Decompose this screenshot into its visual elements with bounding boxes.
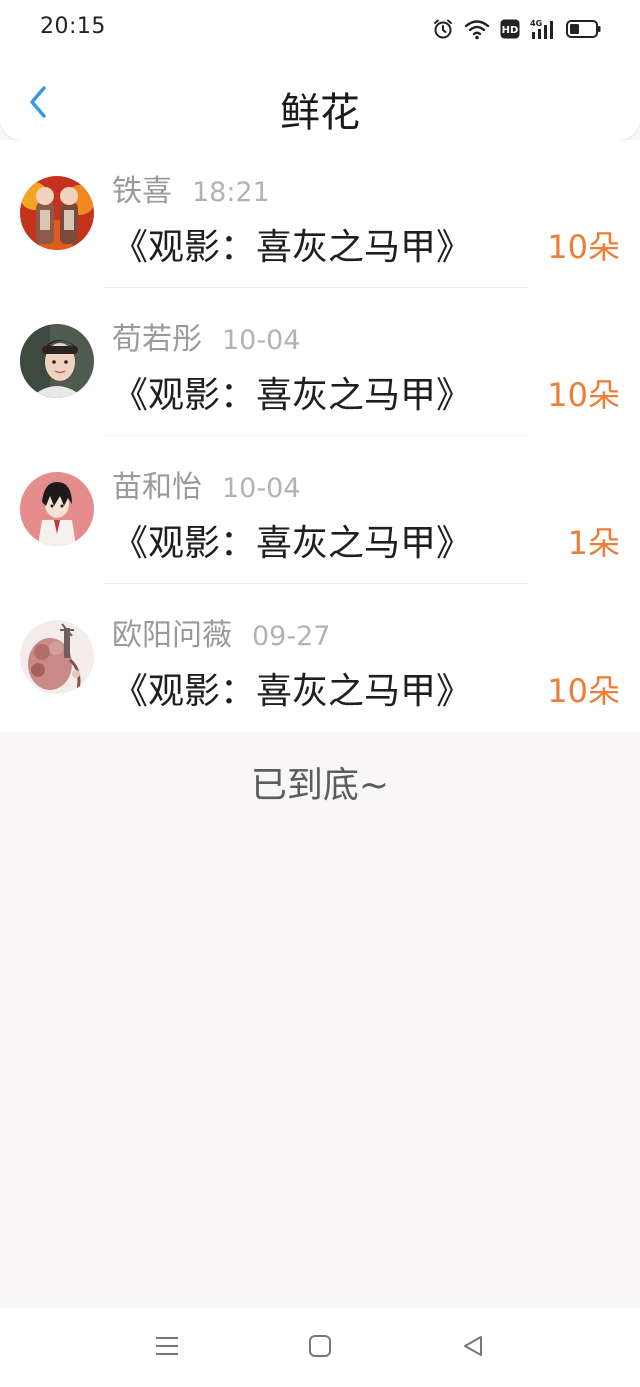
screen: 20:15 HD 4G 鲜花 铁喜 18:21 《观影：喜灰之马甲》 10朵 荀… <box>0 0 640 1387</box>
user-name: 荀若彤 <box>112 322 202 357</box>
header-card: 20:15 HD 4G 鲜花 <box>0 0 640 140</box>
timestamp: 10-04 <box>222 473 301 504</box>
flower-count: 10朵 <box>547 672 620 710</box>
user-name: 苗和怡 <box>112 470 202 505</box>
system-nav-bar <box>0 1308 640 1387</box>
book-title: 《观影：喜灰之马甲》 <box>112 523 473 564</box>
list-item[interactable]: 苗和怡 10-04 《观影：喜灰之马甲》 1朵 <box>0 436 640 584</box>
alarm-icon <box>432 18 454 40</box>
svg-text:4G: 4G <box>530 19 542 28</box>
timestamp: 18:21 <box>192 177 270 208</box>
flower-count: 10朵 <box>547 228 620 266</box>
status-bar: 20:15 HD 4G <box>0 0 640 56</box>
home-button[interactable] <box>300 1334 340 1362</box>
avatar[interactable] <box>20 324 94 398</box>
avatar[interactable] <box>20 176 94 250</box>
end-of-list-text: 已到底~ <box>250 765 390 806</box>
gift-list: 铁喜 18:21 《观影：喜灰之马甲》 10朵 荀若彤 10-04 《观影：喜灰… <box>0 140 640 732</box>
row-meta: 铁喜 18:21 <box>112 166 270 209</box>
avatar[interactable] <box>20 620 94 694</box>
timestamp: 09-27 <box>252 621 331 652</box>
svg-text:HD: HD <box>502 25 519 36</box>
avatar[interactable] <box>20 472 94 546</box>
user-name: 欧阳问薇 <box>112 618 232 653</box>
status-time: 20:15 <box>40 14 106 39</box>
back-triangle-icon <box>461 1334 485 1362</box>
user-name: 铁喜 <box>112 174 172 209</box>
menu-button[interactable] <box>147 1334 187 1362</box>
book-title: 《观影：喜灰之马甲》 <box>112 671 473 712</box>
wifi-icon <box>464 18 490 40</box>
row-meta: 荀若彤 10-04 <box>112 314 301 357</box>
battery-icon <box>566 18 602 40</box>
hd-icon: HD <box>500 19 520 39</box>
menu-icon <box>154 1335 180 1361</box>
row-meta: 苗和怡 10-04 <box>112 462 301 505</box>
flower-count: 1朵 <box>567 524 620 562</box>
timestamp: 10-04 <box>222 325 301 356</box>
book-title: 《观影：喜灰之马甲》 <box>112 227 473 268</box>
list-item[interactable]: 荀若彤 10-04 《观影：喜灰之马甲》 10朵 <box>0 288 640 436</box>
status-icons: HD 4G <box>432 16 602 42</box>
signal-4g-icon: 4G <box>530 18 556 40</box>
back-nav-button[interactable] <box>453 1334 493 1362</box>
list-item[interactable]: 欧阳问薇 09-27 《观影：喜灰之马甲》 10朵 <box>0 584 640 732</box>
list-item[interactable]: 铁喜 18:21 《观影：喜灰之马甲》 10朵 <box>0 140 640 288</box>
home-square-icon <box>308 1334 332 1362</box>
flower-count: 10朵 <box>547 376 620 414</box>
page-title: 鲜花 <box>280 90 360 136</box>
row-meta: 欧阳问薇 09-27 <box>112 610 331 653</box>
book-title: 《观影：喜灰之马甲》 <box>112 375 473 416</box>
